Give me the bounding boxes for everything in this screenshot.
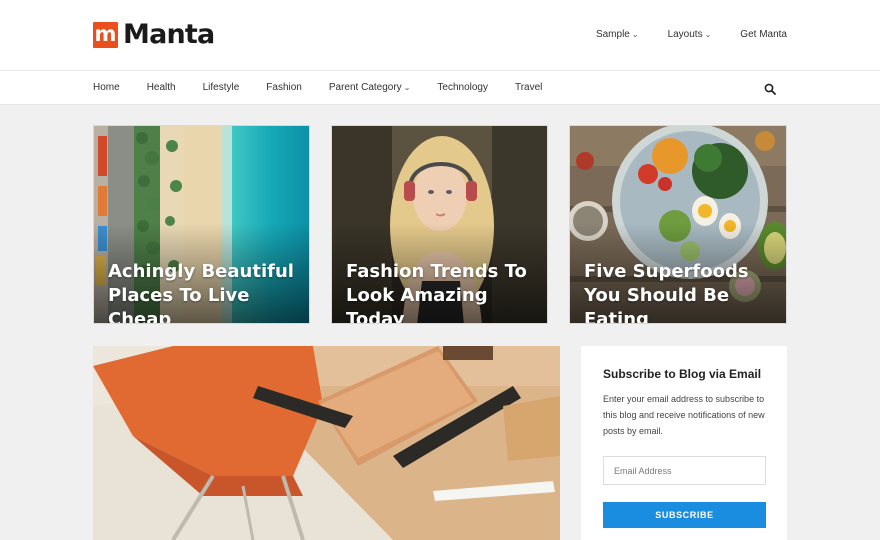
site-logo[interactable]: m Manta (93, 19, 215, 50)
top-menu-label: Layouts (667, 29, 703, 40)
main-post-image[interactable] (93, 346, 560, 540)
nav-item-parent-category[interactable]: Parent Category ⌄ (329, 81, 411, 95)
subscribe-widget: Subscribe to Blog via Email Enter your e… (581, 346, 787, 540)
email-field[interactable] (603, 456, 766, 485)
logo-mark: m (93, 22, 118, 48)
nav-item-home[interactable]: Home (93, 81, 120, 95)
chevron-down-icon: ⌄ (704, 30, 712, 39)
nav-items: Home Health Lifestyle Fashion Parent Cat… (93, 81, 569, 95)
widget-title: Subscribe to Blog via Email (603, 367, 762, 381)
top-menu-label: Get Manta (740, 29, 787, 40)
nav-item-label: Parent Category (328, 82, 402, 93)
main-navigation: Home Health Lifestyle Fashion Parent Cat… (0, 70, 880, 105)
featured-post-title[interactable]: Five Superfoods You Should Be Eating (584, 260, 776, 323)
top-menu-item-sample[interactable]: Sample ⌄ (596, 28, 639, 42)
top-menu-item-get-manta[interactable]: Get Manta (740, 28, 787, 42)
search-icon (764, 83, 776, 95)
top-menu-label: Sample (595, 29, 630, 40)
search-button[interactable] (764, 82, 776, 95)
site-header: m Manta Sample ⌄ Layouts ⌄ Get Manta (0, 0, 880, 70)
featured-post-title[interactable]: Achingly Beautiful Places To Live Cheap (108, 260, 299, 323)
subscribe-button[interactable]: SUBSCRIBE (603, 502, 766, 528)
nav-item-fashion[interactable]: Fashion (266, 81, 302, 95)
featured-post-card[interactable]: Achingly Beautiful Places To Live Cheap (93, 125, 310, 324)
nav-item-technology[interactable]: Technology (437, 81, 488, 95)
top-menu: Sample ⌄ Layouts ⌄ Get Manta (567, 28, 787, 42)
desk-image (93, 346, 560, 540)
nav-item-lifestyle[interactable]: Lifestyle (203, 81, 240, 95)
widget-description: Enter your email address to subscribe to… (603, 394, 765, 436)
featured-post-title[interactable]: Fashion Trends To Look Amazing Today (346, 260, 537, 323)
chevron-down-icon: ⌄ (631, 30, 639, 39)
nav-item-travel[interactable]: Travel (515, 81, 542, 95)
chevron-down-icon: ⌄ (403, 83, 411, 92)
nav-item-health[interactable]: Health (147, 81, 176, 95)
logo-text: Manta (123, 19, 215, 50)
featured-post-card[interactable]: Five Superfoods You Should Be Eating (569, 125, 787, 324)
featured-post-card[interactable]: Fashion Trends To Look Amazing Today (331, 125, 548, 324)
top-menu-item-layouts[interactable]: Layouts ⌄ (668, 28, 712, 42)
